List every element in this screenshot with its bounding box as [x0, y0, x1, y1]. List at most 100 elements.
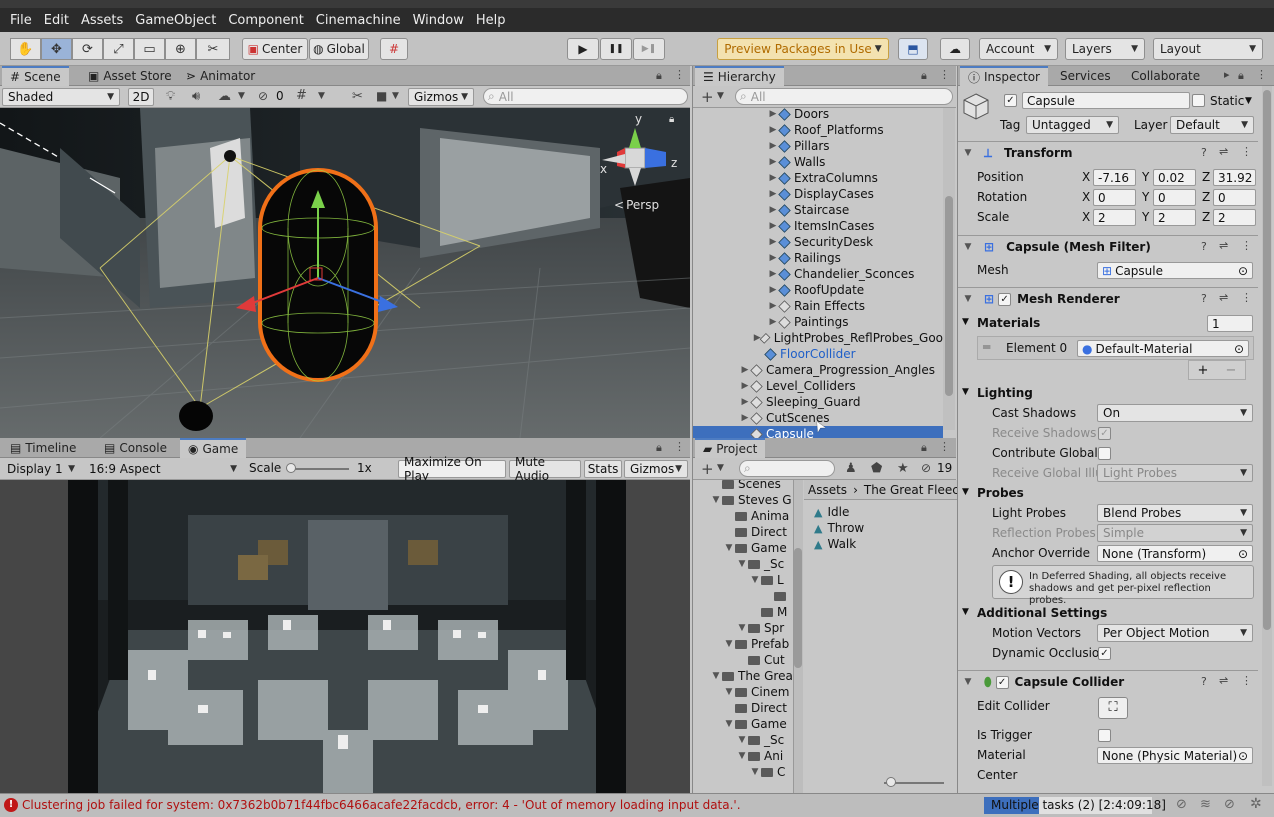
lock-icon[interactable]: 🔒︎ [1238, 69, 1244, 83]
object-picker-icon[interactable]: ⊙ [1238, 264, 1248, 278]
tab-hierarchy[interactable]: ☰ Hierarchy [695, 66, 784, 86]
hierarchy-item[interactable]: ▶ RoofUpdate [693, 282, 943, 298]
breadcrumb-folder[interactable]: The Great Fleece [864, 483, 957, 497]
audio-toggle-icon[interactable]: 🔊︎ [192, 89, 200, 104]
motion-vectors-dropdown[interactable]: Per Object Motion ▼ [1097, 624, 1253, 642]
tag-dropdown[interactable]: Untagged ▼ [1026, 116, 1119, 134]
snap-button[interactable]: # [380, 38, 408, 60]
project-folder-item[interactable]: ▼ The Grea [693, 668, 793, 684]
scene-viewport[interactable]: y x z 🔒︎ < Persp [0, 108, 690, 438]
tab-timeline[interactable]: ▤ Timeline [2, 438, 84, 458]
menu-assets[interactable]: Assets [81, 13, 123, 28]
reflection-probes-dropdown[interactable]: Simple ▼ [1097, 524, 1253, 542]
preset-icon[interactable]: ⇌ [1219, 145, 1228, 158]
move-tool-button[interactable]: ✥ [41, 38, 72, 60]
tab-asset-store[interactable]: ▣ Asset Store [80, 66, 180, 86]
chevron-down-icon[interactable]: ▼ [962, 487, 969, 497]
gizmos-dropdown[interactable]: Gizmos ▼ [408, 88, 474, 106]
project-folder-item[interactable]: ▼ Game [693, 716, 787, 732]
receive-shadows-checkbox[interactable]: ✓ [1098, 427, 1111, 440]
gizmo-lock-icon[interactable]: 🔒︎ [669, 114, 674, 125]
lighting-toggle-icon[interactable]: 💡︎ [166, 89, 175, 104]
chevron-down-icon[interactable]: ▼ [318, 91, 325, 101]
edit-collider-button[interactable]: ⛶ [1098, 697, 1128, 719]
collider-material-field[interactable]: None (Physic Material) ⊙ [1097, 747, 1253, 764]
project-folder-item[interactable]: ▼ Steves G [693, 492, 792, 508]
play-button[interactable]: ▶ [567, 38, 599, 60]
hierarchy-item[interactable]: ▶ Rain Effects [693, 298, 943, 314]
project-folder-item[interactable]: ▼ Ani [693, 748, 784, 764]
hand-tool-button[interactable]: ✋ [10, 38, 41, 60]
search-by-label-icon[interactable]: ⬟ [871, 461, 882, 476]
tab-services[interactable]: Services [1052, 66, 1119, 86]
game-gizmos-dropdown[interactable]: Gizmos ▼ [624, 460, 688, 478]
scale-tool-button[interactable]: ⤢ [103, 38, 134, 60]
menu-cinemachine[interactable]: Cinemachine [316, 13, 401, 28]
hierarchy-item[interactable]: ▶ SecurityDesk [693, 234, 943, 250]
tab-project[interactable]: ▰ Project [695, 438, 766, 458]
chevron-down-icon[interactable]: ▼ [710, 671, 722, 681]
project-folder-item[interactable]: ▼ Game [693, 540, 787, 556]
menu-gameobject[interactable]: GameObject [135, 13, 216, 28]
2d-toggle[interactable]: 2D [128, 88, 154, 106]
pause-button[interactable]: ❚❚ [600, 38, 632, 60]
maximize-on-play-toggle[interactable]: Maximize On Play [398, 455, 506, 483]
materials-count-field[interactable]: 1 [1207, 315, 1253, 332]
progress-bar[interactable]: Multiple tasks (2) [2:4:09:18] [984, 797, 1166, 814]
project-folder-item[interactable]: ▼ Cinem [693, 684, 790, 700]
dynamic-occlusion-checkbox[interactable]: ✓ [1098, 647, 1111, 660]
more-options-icon[interactable]: ⋮ [939, 440, 950, 453]
chevron-down-icon[interactable]: ▼ [736, 559, 748, 569]
transform-x-field[interactable]: 0 [1093, 189, 1136, 206]
transform-z-field[interactable]: 2 [1213, 209, 1256, 226]
chevron-down-icon[interactable]: ▼ [749, 575, 761, 585]
project-folder-item[interactable]: Direct [693, 700, 787, 716]
custom-tool-button[interactable]: ✂ [196, 38, 230, 60]
asset-item[interactable]: ▲ Throw [804, 520, 864, 536]
perspective-toggle[interactable]: < Persp [614, 198, 659, 212]
hierarchy-item[interactable]: ▶ Paintings [693, 314, 943, 330]
more-options-icon[interactable]: ⋮ [674, 68, 685, 81]
layers-stack-icon[interactable]: ≋ [1200, 797, 1211, 812]
tab-overflow-icon[interactable]: ▸ [1224, 68, 1230, 81]
preset-icon[interactable]: ⇌ [1219, 291, 1228, 304]
more-options-icon[interactable]: ⋮ [939, 68, 950, 81]
object-picker-icon[interactable]: ⊙ [1234, 342, 1244, 356]
space-toggle[interactable]: ◍ Global [309, 38, 369, 60]
more-options-icon[interactable]: ⋮ [674, 440, 685, 453]
transform-z-field[interactable]: 31.92 [1213, 169, 1256, 186]
create-plus-icon[interactable]: + [701, 88, 714, 106]
create-plus-icon[interactable]: + [701, 460, 714, 478]
menu-edit[interactable]: Edit [44, 13, 69, 28]
component-menu-icon[interactable]: ⋮ [1241, 145, 1252, 158]
shading-dropdown[interactable]: Shaded ▼ [2, 88, 120, 106]
scene-search-input[interactable]: ⌕ All [483, 88, 688, 105]
hierarchy-item[interactable]: ▶ Chandelier_Sconces [693, 266, 943, 282]
layout-dropdown[interactable]: Layout ▼ [1153, 38, 1263, 60]
light-probes-dropdown[interactable]: Blend Probes ▼ [1097, 504, 1253, 522]
hierarchy-search-input[interactable]: ⌕ All [735, 88, 953, 105]
chevron-down-icon[interactable]: ▼ [736, 735, 748, 745]
transform-y-field[interactable]: 0.02 [1153, 169, 1196, 186]
project-folder-item[interactable] [693, 588, 790, 604]
hierarchy-item[interactable]: ▶ Roof_Platforms [693, 122, 943, 138]
tab-inspector[interactable]: ⓘ Inspector [960, 66, 1048, 86]
hierarchy-item[interactable]: ▶ Level_Colliders [693, 378, 943, 394]
component-menu-icon[interactable]: ⋮ [1241, 291, 1252, 304]
inspector-scrollbar-thumb[interactable] [1263, 90, 1271, 630]
collab-button[interactable]: ⬒ [898, 38, 928, 60]
scale-slider-handle[interactable] [286, 463, 296, 473]
tab-scene[interactable]: # Scene [2, 66, 69, 86]
preset-icon[interactable]: ⇌ [1219, 674, 1228, 687]
chevron-down-icon[interactable]: ▼ [238, 91, 245, 101]
add-plus-icon[interactable]: + [1198, 363, 1209, 378]
object-name-field[interactable]: Capsule [1022, 92, 1190, 109]
project-folder-item[interactable]: ▼ C [693, 764, 786, 780]
transform-z-field[interactable]: 0 [1213, 189, 1256, 206]
chevron-down-icon[interactable]: ▼ [392, 91, 399, 101]
project-folder-item[interactable]: Scenes [693, 480, 781, 492]
help-icon[interactable]: ? [1201, 240, 1207, 253]
help-icon[interactable]: ? [1201, 675, 1207, 688]
static-checkbox[interactable] [1192, 94, 1205, 107]
effects-toggle-icon[interactable]: ☁ [218, 89, 231, 104]
